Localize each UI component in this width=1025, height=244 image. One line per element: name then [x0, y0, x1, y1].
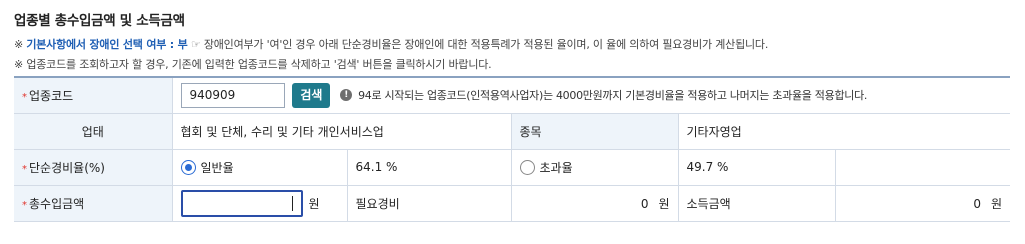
general-rate-value: 64.1 % — [347, 149, 512, 186]
income-value: 0 — [973, 196, 982, 211]
expense-value-cell: 0원 — [511, 185, 679, 222]
business-code-input[interactable] — [180, 82, 285, 108]
notice-search-code: ※ 업종코드를 조회하고자 할 경우, 기존에 입력한 업종코드를 삭제하고 '… — [14, 58, 492, 71]
search-button[interactable]: 검색 — [292, 82, 331, 108]
expense-rate-label: * 단순경비율(%) — [14, 149, 173, 186]
excess-rate-label: 초과율 — [539, 160, 573, 175]
notice-disability-text: 장애인여부가 '여'인 경우 아래 단순경비율은 장애인에 대한 적용특례가 적… — [203, 38, 769, 51]
required-mark: * — [22, 163, 27, 175]
general-rate-radio[interactable] — [180, 159, 196, 175]
expense-label: 필요경비 — [347, 185, 512, 222]
business-code-cell: 검색 ! 94로 시작되는 업종코드(인적용역사업자)는 4000만원까지 기본… — [172, 77, 1011, 114]
general-rate-label: 일반율 — [200, 160, 234, 175]
required-mark: * — [22, 199, 27, 211]
disability-setting-link[interactable]: 기본사항에서 장애인 선택 여부 : 부 — [26, 38, 187, 51]
income-value-cell: 0원 — [835, 185, 1011, 222]
expense-unit: 원 — [658, 196, 670, 211]
total-revenue-cell: 원 — [172, 185, 348, 222]
info-icon: ! — [340, 89, 353, 102]
notice-bullet: ※ — [14, 38, 27, 51]
empty-cell — [835, 149, 1011, 186]
excess-rate-option[interactable]: 초과율 — [511, 149, 679, 186]
required-mark: * — [22, 91, 27, 103]
business-income-form: *업종코드 검색 ! 94로 시작되는 업종코드(인적용역사업자)는 4000만… — [14, 76, 1011, 222]
excess-rate-radio[interactable] — [519, 159, 535, 175]
row-category: 업태 협회 및 단체, 수리 및 기타 개인서비스업 종목 기타자영업 — [14, 113, 1011, 150]
business-code-label: * 업종코드 — [14, 77, 173, 114]
business-code-info: 94로 시작되는 업종코드(인적용역사업자)는 4000만원까지 기본경비율을 … — [358, 89, 868, 103]
row-amounts: * 총수입금액 원 필요경비 0원 소득금액 0원 — [14, 185, 1011, 222]
excess-rate-value: 49.7 % — [678, 149, 836, 186]
total-revenue-input[interactable] — [180, 189, 303, 217]
general-rate-option[interactable]: 일반율 — [172, 149, 348, 186]
item-value: 기타자영업 — [678, 113, 1011, 150]
row-business-code: *업종코드 검색 ! 94로 시작되는 업종코드(인적용역사업자)는 4000만… — [14, 77, 1011, 114]
total-revenue-label: * 총수입금액 — [14, 185, 173, 222]
notice-disability: ※ 기본사항에서 장애인 선택 여부 : 부 ☞ 장애인여부가 '여'인 경우 … — [14, 36, 768, 52]
income-label: 소득금액 — [678, 185, 836, 222]
item-label: 종목 — [511, 113, 679, 150]
income-unit: 원 — [991, 196, 1003, 211]
category-value: 협회 및 단체, 수리 및 기타 개인서비스업 — [172, 113, 512, 150]
expense-value: 0 — [640, 196, 649, 211]
category-label: 업태 — [14, 113, 173, 150]
pointing-hand-icon: ☞ — [187, 38, 204, 51]
text-caret — [291, 195, 293, 211]
page-title: 업종별 총수입금액 및 소득금액 — [14, 13, 185, 29]
total-revenue-unit: 원 — [308, 196, 320, 211]
row-expense-rate: * 단순경비율(%) 일반율 64.1 % 초과율 49.7 % — [14, 149, 1011, 186]
